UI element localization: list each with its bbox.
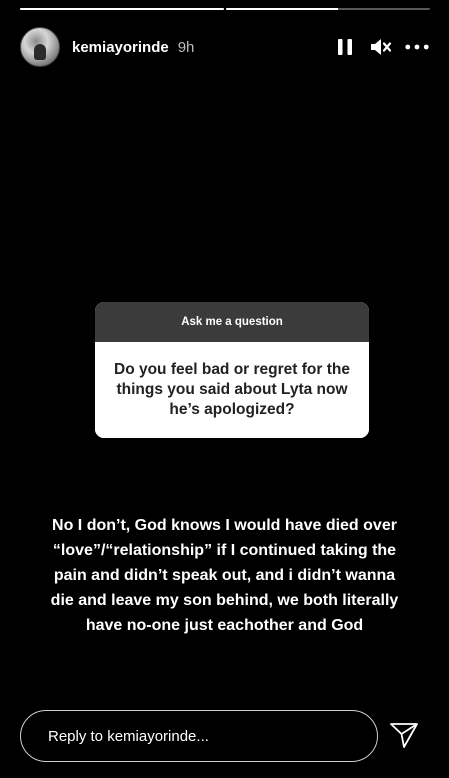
answer-text: No I don’t, God knows I would have died … (50, 517, 399, 634)
progress-fill-1 (20, 8, 224, 10)
reply-bar[interactable] (20, 710, 378, 762)
mute-icon[interactable] (369, 35, 393, 59)
question-sticker[interactable]: Ask me a question Do you feel bad or reg… (95, 302, 369, 438)
more-icon[interactable] (405, 35, 429, 59)
story-header: kemiayorinde 9h (20, 27, 429, 67)
question-text: Do you feel bad or regret for the things… (95, 342, 369, 438)
send-icon (389, 721, 419, 754)
username[interactable]: kemiayorinde (72, 39, 169, 56)
post-time: 9h (177, 38, 195, 56)
story-progress (20, 8, 430, 10)
progress-segment-1 (20, 8, 224, 10)
progress-segment-2 (226, 8, 430, 10)
question-sticker-title: Ask me a question (95, 302, 369, 342)
pause-icon[interactable] (333, 35, 357, 59)
avatar[interactable] (20, 27, 60, 67)
story-viewer[interactable]: kemiayorinde 9h Ask me a question Do you… (0, 0, 449, 778)
progress-fill-2 (226, 8, 339, 10)
reply-input[interactable] (46, 726, 350, 746)
header-actions (333, 35, 429, 59)
send-button[interactable] (389, 722, 419, 752)
